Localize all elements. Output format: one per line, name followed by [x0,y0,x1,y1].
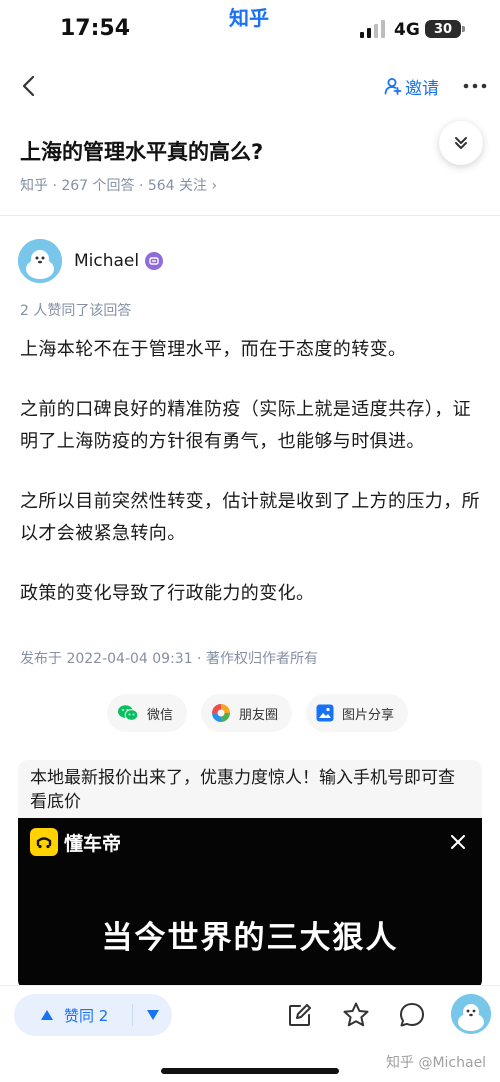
moments-icon [212,704,231,722]
share-image-button[interactable]: 图片分享 [306,694,409,732]
image-icon [316,704,334,722]
badge-icon[interactable] [145,252,164,270]
ad-text[interactable]: 本地最新报价出来了，优惠力度惊人！输入手机号即可查看底价 [30,766,470,814]
author-row[interactable]: Michael [18,238,164,284]
person-add-icon [384,78,402,95]
user-avatar-button[interactable] [451,994,491,1034]
bottom-toolbar: 赞同 2 知乎 @Michael [0,985,500,1082]
close-icon [451,835,465,849]
more-button[interactable] [460,72,490,100]
ad-video[interactable]: 懂车帝 当今世界的三大狠人 [18,818,482,990]
invite-label: 邀请 [405,78,439,99]
comment-button[interactable] [395,998,429,1032]
status-bar: 17:54 知乎 4G 30 [0,0,500,56]
favorite-button[interactable] [339,998,373,1032]
invite-button[interactable]: 邀请 [384,72,439,100]
share-row: 微信 朋友圈 图片分享 [107,694,422,732]
status-time: 17:54 [60,16,131,41]
double-chevron-down-icon [455,137,467,149]
more-icon [463,83,487,89]
triangle-up-icon [41,1010,53,1020]
brand-logo-icon [30,828,58,856]
home-indicator[interactable] [161,1068,339,1074]
answer-content: 上海本轮不在于管理水平，而在于态度的转变。 之前的口碑良好的精准防疫（实际上就是… [20,334,480,638]
back-button[interactable] [14,70,42,102]
ad-card[interactable]: 本地最新报价出来了，优惠力度惊人！输入手机号即可查看底价 懂车帝 当今世界的三大… [18,760,482,990]
ad-close-button[interactable] [446,830,470,854]
nav-bar: 邀请 [0,62,500,110]
edit-button[interactable] [283,998,317,1032]
badge-glyph [149,257,159,265]
question-meta[interactable]: 知乎 · 267 个回答 · 564 关注 › [20,175,217,195]
chevron-left-icon [22,75,35,97]
share-wechat-label: 微信 [147,707,174,723]
share-moments-button[interactable]: 朋友圈 [201,694,293,732]
vote-group: 赞同 2 [14,994,172,1036]
share-moments-label: 朋友圈 [239,707,279,723]
app-brand-label: 知乎 [229,6,269,30]
author-name[interactable]: Michael [74,251,139,271]
star-icon [343,1002,369,1027]
header-divider [0,215,500,216]
avatar[interactable] [18,239,62,283]
downvote-button[interactable] [133,994,172,1036]
wechat-icon [118,705,139,721]
approval-note: 2 人赞同了该回答 [20,303,132,319]
publish-info: 发布于 2022-04-04 09:31 · 著作权归作者所有 [20,651,318,667]
battery-icon: 30 [425,20,465,38]
upvote-button[interactable]: 赞同 2 [14,994,132,1036]
comment-icon [400,1003,424,1027]
upvote-label: 赞同 2 [64,1006,109,1025]
answer-paragraph: 政策的变化导致了行政能力的变化。 [20,583,315,604]
network-type: 4G [394,20,420,40]
share-image-label: 图片分享 [342,707,395,723]
question-title[interactable]: 上海的管理水平真的高么? [20,136,263,166]
ad-brand-logo: 懂车帝 [30,828,121,856]
avatar-image [18,239,62,283]
avatar-image [451,994,491,1034]
answer-paragraph: 之前的口碑良好的精准防疫（实际上就是适度共存），证明了上海防疫的方针很有勇气，也… [20,399,471,452]
signal-icon [360,20,385,38]
watermark: 知乎 @Michael [386,1055,487,1071]
answer-paragraph: 上海本轮不在于管理水平，而在于态度的转变。 [20,339,407,360]
answer-paragraph: 之所以目前突然性转变，估计就是收到了上方的压力，所以才会被紧急转向。 [20,491,480,544]
triangle-down-icon [146,1010,159,1020]
collapse-button[interactable] [439,121,483,165]
edit-icon [289,1004,311,1026]
share-wechat-button[interactable]: 微信 [107,694,188,732]
ad-headline: 当今世界的三大狠人 [101,920,399,956]
ad-brand-name: 懂车帝 [64,832,122,855]
